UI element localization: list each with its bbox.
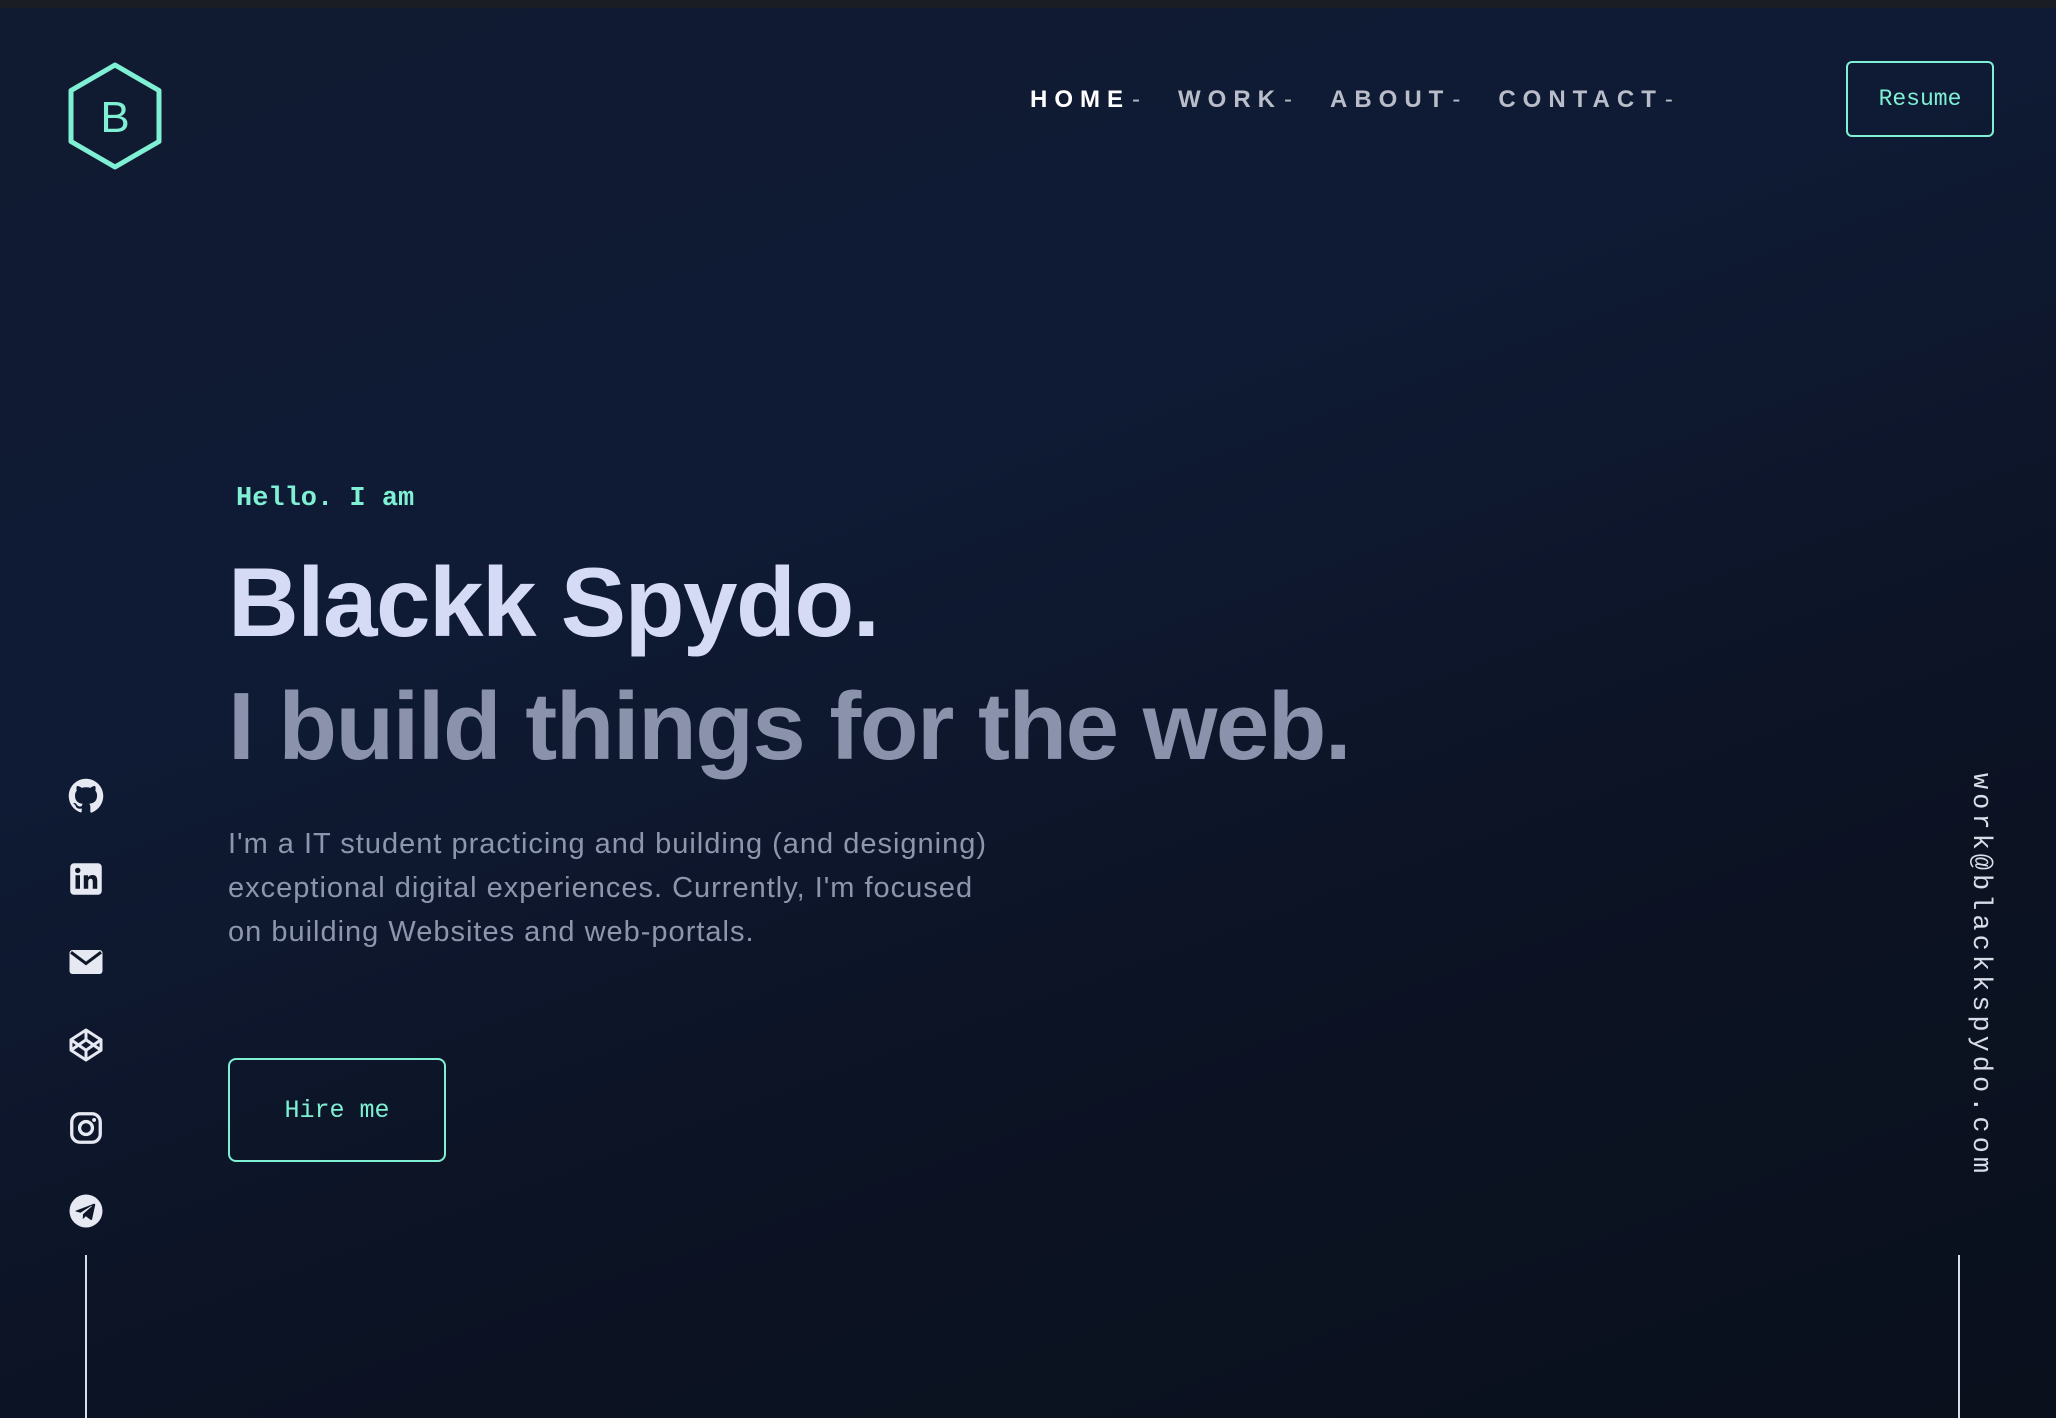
instagram-link[interactable] bbox=[66, 1108, 106, 1148]
linkedin-link[interactable] bbox=[66, 859, 106, 899]
social-sidebar bbox=[66, 776, 106, 1274]
nav-item-label: WORK bbox=[1178, 86, 1282, 113]
resume-button[interactable]: Resume bbox=[1846, 61, 1994, 137]
left-sidebar-line bbox=[85, 1255, 87, 1418]
mail-link[interactable] bbox=[66, 942, 106, 982]
nav-item-contact[interactable]: CONTACT - bbox=[1498, 86, 1673, 114]
hero-bio: I'm a IT student practicing and building… bbox=[228, 822, 1118, 954]
bio-line: exceptional digital experiences. Current… bbox=[228, 872, 974, 904]
hero-greeting: Hello. I am bbox=[236, 484, 415, 514]
nav-item-dash: - bbox=[1283, 86, 1292, 113]
mail-icon bbox=[69, 950, 103, 974]
email-link[interactable]: work@blackkspydo.com bbox=[1965, 773, 1995, 1177]
telegram-icon bbox=[69, 1194, 103, 1228]
main-nav: HOME - WORK - ABOUT - CONTACT - bbox=[1030, 82, 1711, 118]
nav-item-label: HOME bbox=[1030, 86, 1130, 113]
telegram-link[interactable] bbox=[66, 1191, 106, 1231]
nav-item-dash: - bbox=[1452, 86, 1461, 113]
nav-item-label: ABOUT bbox=[1329, 86, 1451, 113]
nav-item-work[interactable]: WORK - bbox=[1178, 86, 1292, 114]
logo-letter: B bbox=[100, 93, 130, 142]
linkedin-icon bbox=[70, 863, 102, 895]
right-sidebar-line bbox=[1958, 1255, 1960, 1418]
hero-name: Blackk Spydo. bbox=[228, 547, 880, 657]
hire-me-button[interactable]: Hire me bbox=[228, 1058, 446, 1162]
codepen-link[interactable] bbox=[66, 1025, 106, 1065]
instagram-icon bbox=[70, 1112, 102, 1144]
browser-top-strip bbox=[0, 0, 2056, 8]
codepen-icon bbox=[69, 1028, 103, 1062]
github-link[interactable] bbox=[66, 776, 106, 816]
nav-item-label: CONTACT bbox=[1498, 86, 1663, 113]
nav-item-about[interactable]: ABOUT - bbox=[1330, 86, 1460, 114]
nav-item-home[interactable]: HOME - bbox=[1030, 86, 1140, 114]
hero-tagline: I build things for the web. bbox=[228, 673, 1352, 780]
github-icon bbox=[68, 778, 104, 813]
nav-item-dash: - bbox=[1664, 86, 1673, 113]
hexagon-logo-icon[interactable]: B bbox=[66, 61, 164, 171]
bio-line: on building Websites and web-portals. bbox=[228, 916, 755, 948]
nav-item-dash: - bbox=[1132, 86, 1140, 113]
bio-line: I'm a IT student practicing and building… bbox=[228, 828, 988, 860]
